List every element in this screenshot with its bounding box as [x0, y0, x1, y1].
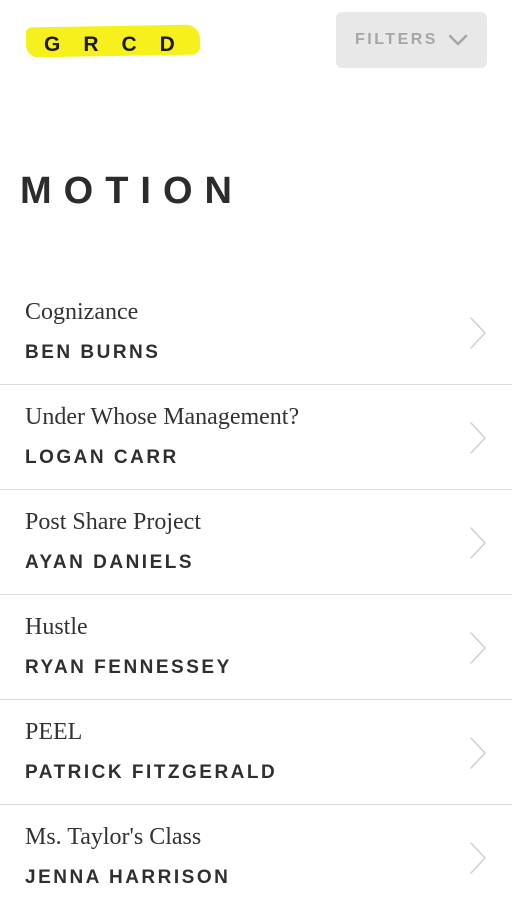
film-author: PATRICK FITZGERALD	[25, 762, 278, 783]
list-item[interactable]: Hustle RYAN FENNESSEY	[0, 595, 512, 700]
film-title: PEEL	[25, 719, 83, 745]
header: GRCD FILTERS	[0, 0, 512, 90]
chevron-right-icon	[470, 632, 486, 664]
chevron-right-icon	[470, 737, 486, 769]
film-title: Post Share Project	[25, 509, 201, 535]
list-item[interactable]: Ms. Taylor's Class JENNA HARRISON	[0, 805, 512, 910]
film-title: Under Whose Management?	[25, 404, 300, 430]
film-title: Cognizance	[25, 299, 139, 325]
logo[interactable]: GRCD	[44, 33, 198, 57]
chevron-right-icon	[470, 317, 486, 349]
chevron-right-icon	[470, 842, 486, 874]
filters-button[interactable]: FILTERS	[336, 12, 487, 68]
film-author: JENNA HARRISON	[25, 867, 231, 888]
list-item[interactable]: Under Whose Management? LOGAN CARR	[0, 385, 512, 490]
list-item[interactable]: Post Share Project AYAN DANIELS	[0, 490, 512, 595]
film-author: LOGAN CARR	[25, 447, 179, 468]
film-author: AYAN DANIELS	[25, 552, 195, 573]
chevron-down-icon	[448, 34, 468, 46]
film-title: Hustle	[25, 614, 88, 640]
list-item[interactable]: PEEL PATRICK FITZGERALD	[0, 700, 512, 805]
film-author: RYAN FENNESSEY	[25, 657, 232, 678]
chevron-right-icon	[470, 422, 486, 454]
filters-label: FILTERS	[355, 31, 438, 48]
page-title: MOTION	[20, 170, 244, 212]
chevron-right-icon	[470, 527, 486, 559]
film-title: Ms. Taylor's Class	[25, 824, 202, 850]
film-list: Cognizance BEN BURNS Under Whose Managem…	[0, 280, 512, 910]
list-item[interactable]: Cognizance BEN BURNS	[0, 280, 512, 385]
film-author: BEN BURNS	[25, 342, 161, 363]
